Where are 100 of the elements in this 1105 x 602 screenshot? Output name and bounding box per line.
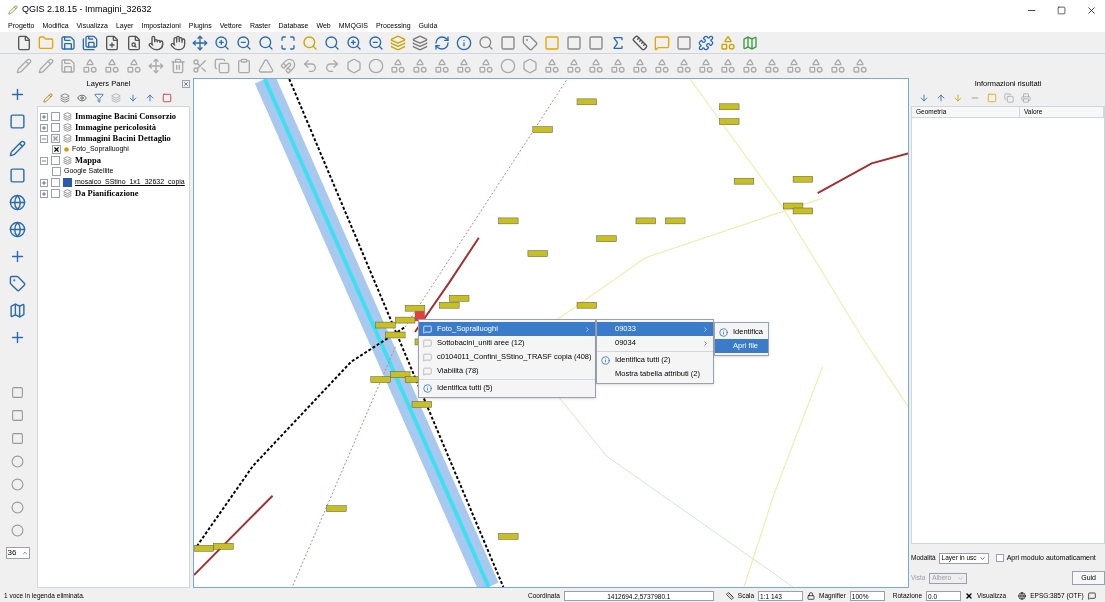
collapse-icon[interactable] — [40, 156, 48, 165]
layers-icon[interactable] — [390, 34, 406, 51]
magnet-icon[interactable] — [280, 58, 296, 74]
search-icon[interactable] — [302, 34, 318, 51]
copy-icon[interactable] — [1004, 93, 1014, 103]
layer-checkbox[interactable] — [51, 134, 60, 143]
shapes-icon[interactable] — [698, 58, 714, 74]
shapes-icon[interactable] — [676, 58, 692, 74]
copy-icon[interactable] — [214, 58, 230, 74]
shapes-icon[interactable] — [434, 58, 450, 74]
spin-box[interactable]: 36 — [5, 547, 30, 559]
layer-checkbox[interactable] — [51, 189, 60, 198]
shapes-icon[interactable] — [610, 58, 626, 74]
square-icon[interactable] — [162, 93, 172, 103]
shapes-icon[interactable] — [588, 58, 604, 74]
square-icon[interactable] — [588, 34, 604, 51]
square-icon[interactable] — [500, 34, 516, 51]
file-search-icon[interactable] — [126, 34, 142, 51]
search-icon[interactable] — [258, 34, 274, 51]
puzzle-icon[interactable] — [698, 34, 714, 51]
square-icon[interactable] — [11, 409, 24, 422]
shapes-icon[interactable] — [104, 58, 120, 74]
shapes-icon[interactable] — [720, 34, 736, 51]
zoom-out-icon[interactable] — [368, 34, 384, 51]
shapes-icon[interactable] — [390, 58, 406, 74]
tag-icon[interactable] — [522, 34, 538, 51]
zoom-in-icon[interactable] — [214, 34, 230, 51]
pointer-icon[interactable] — [148, 34, 164, 51]
collapse-icon[interactable] — [40, 134, 48, 143]
shapes-icon[interactable] — [830, 58, 846, 74]
move-icon[interactable] — [192, 34, 208, 51]
brush-icon[interactable] — [43, 93, 53, 103]
arrow-down-icon[interactable] — [919, 93, 929, 103]
save-icon[interactable] — [60, 34, 76, 51]
save-icon[interactable] — [82, 34, 98, 51]
layers-icon[interactable] — [111, 93, 121, 103]
hexagon-icon[interactable] — [346, 58, 362, 74]
square-icon[interactable] — [544, 34, 560, 51]
info-icon[interactable] — [456, 34, 472, 51]
shapes-icon[interactable] — [544, 58, 560, 74]
shapes-icon[interactable] — [786, 58, 802, 74]
filter-icon[interactable] — [94, 93, 104, 103]
shapes-icon[interactable] — [412, 58, 428, 74]
layer-name[interactable]: Da Pianificazione — [75, 187, 139, 200]
render-checkbox[interactable] — [965, 592, 974, 600]
layer-name[interactable]: Immagine Bacini Consorzio — [75, 110, 177, 123]
globe-icon[interactable] — [1018, 592, 1027, 600]
shapes-icon[interactable] — [852, 58, 868, 74]
square-icon[interactable] — [11, 432, 24, 445]
search-icon[interactable] — [324, 34, 340, 51]
map-icon[interactable] — [9, 302, 26, 319]
lock-icon[interactable] — [807, 592, 816, 600]
shapes-icon[interactable] — [720, 58, 736, 74]
layer-checkbox[interactable] — [51, 156, 60, 165]
shapes-icon[interactable] — [478, 58, 494, 74]
square-icon[interactable] — [987, 93, 997, 103]
arrow-up-icon[interactable] — [145, 93, 155, 103]
shapes-icon[interactable] — [126, 58, 142, 74]
message-icon[interactable] — [1087, 592, 1096, 600]
layers-icon[interactable] — [60, 93, 70, 103]
maximize-icon[interactable] — [280, 34, 296, 51]
shapes-icon[interactable] — [456, 58, 472, 74]
move-icon[interactable] — [148, 58, 164, 74]
square-icon[interactable] — [11, 386, 24, 399]
save-icon[interactable] — [60, 58, 76, 74]
circle-icon[interactable] — [11, 455, 24, 468]
circle-icon[interactable] — [500, 58, 516, 74]
clipboard-icon[interactable] — [236, 58, 252, 74]
layer-name[interactable]: Mappa — [75, 154, 101, 167]
maximize-icon[interactable] — [1057, 5, 1066, 15]
shapes-icon[interactable] — [566, 58, 582, 74]
circle-icon[interactable] — [368, 58, 384, 74]
sigma-icon[interactable] — [610, 34, 626, 51]
zoom-out-icon[interactable] — [236, 34, 252, 51]
shapes-icon[interactable] — [632, 58, 648, 74]
shapes-icon[interactable] — [808, 58, 824, 74]
arrow-down-icon[interactable] — [128, 93, 138, 103]
shapes-icon[interactable] — [742, 58, 758, 74]
search-icon[interactable] — [478, 34, 494, 51]
refresh-icon[interactable] — [434, 34, 450, 51]
shapes-icon[interactable] — [764, 58, 780, 74]
triangle-icon[interactable] — [258, 58, 274, 74]
scissors-icon[interactable] — [192, 58, 208, 74]
close-icon[interactable] — [1086, 4, 1097, 16]
hexagon-icon[interactable] — [522, 58, 538, 74]
layer-checkbox[interactable] — [52, 167, 61, 176]
zoom-in-icon[interactable] — [346, 34, 362, 51]
hand-icon[interactable] — [170, 34, 186, 51]
layer-name[interactable]: Immagine pericolosità — [75, 121, 156, 134]
layer-checkbox[interactable] — [51, 112, 60, 121]
circle-icon[interactable] — [11, 478, 24, 491]
square-icon[interactable] — [676, 34, 692, 51]
trash-icon[interactable] — [170, 58, 186, 74]
folder-icon[interactable] — [38, 34, 54, 51]
layer-name[interactable]: Immagini Bacini Dettaglio — [75, 132, 171, 145]
auto-open-checkbox[interactable] — [995, 554, 1004, 562]
pencil-icon[interactable] — [16, 58, 32, 74]
file-plus-icon[interactable] — [104, 34, 120, 51]
square-icon[interactable] — [566, 34, 582, 51]
printer-icon[interactable] — [1021, 93, 1031, 103]
